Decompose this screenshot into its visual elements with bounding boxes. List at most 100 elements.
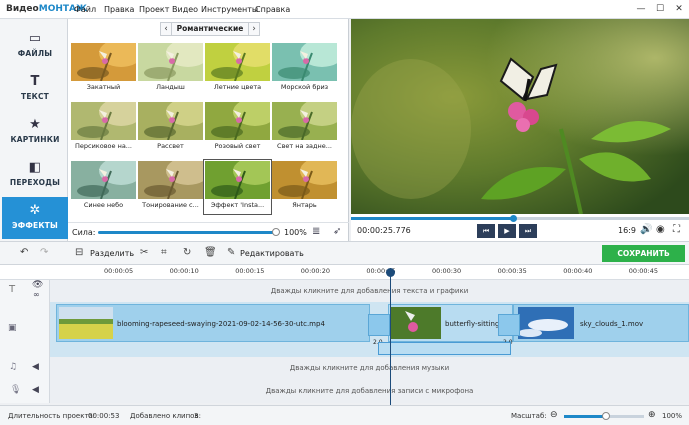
effect-tile[interactable]: Персиковое на... [71,102,136,154]
speaker-icon[interactable]: ◀ [32,385,39,395]
effect-tile[interactable]: Эффект 'Insta... [203,159,272,215]
zoom-slider[interactable] [564,412,644,420]
playback-progress-bar[interactable] [351,215,689,222]
ruler-tick-label: 00:00:30 [432,267,462,275]
redo-icon[interactable]: ↷ [40,247,48,258]
category-prev-button[interactable]: ‹ [160,22,172,36]
clip-sky[interactable]: sky_clouds_1.mov [513,304,689,342]
speaker-icon[interactable]: ◀ [32,362,39,372]
effect-label: Рассвет [157,142,184,150]
crop-icon[interactable]: ⌗ [161,247,167,258]
maximize-icon[interactable]: ☐ [654,3,666,15]
effect-tile[interactable]: Тонирование с... [138,161,203,213]
video-track[interactable]: blooming-rapeseed-swaying-2021-09-02-14-… [50,302,689,357]
effect-label: Свет на задне... [277,142,332,150]
menu-edit[interactable]: Правка [104,5,134,14]
duration-label: Длительность проекта: [8,412,96,420]
star-icon: ★ [29,117,41,132]
skip-back-button[interactable]: ⏮ [477,224,495,238]
time-ruler[interactable]: 00:00:05 00:00:10 00:00:15 00:00:20 00:00:25… [0,265,689,280]
split-icon[interactable]: ⊟ [75,247,83,258]
menu-help[interactable]: Справка [255,5,290,14]
fullscreen-icon[interactable]: ⛶ [673,224,680,235]
trash-icon[interactable]: 🗑 [204,247,217,258]
ruler-tick-label: 00:00:45 [628,267,658,275]
strength-slider[interactable] [98,231,276,234]
video-track-icon: ▣ [8,323,17,333]
mic-track-controls: 🎙 ◀ [0,380,50,403]
settings-sliders-icon[interactable]: ≣ [312,226,320,237]
edit-button[interactable]: Редактировать [240,249,304,258]
playhead-handle[interactable] [386,268,395,277]
effect-tile[interactable]: Янтарь [272,161,337,213]
music-track-hint[interactable]: Дважды кликните для добавления музыки [50,364,689,372]
ruler-tick-label: 00:00:40 [563,267,593,275]
menu-tools[interactable]: Инструменты [201,5,258,14]
transition-b[interactable]: 2.0 [498,314,520,346]
eye-icon[interactable]: 👁 [32,280,43,290]
sidebar-item-text[interactable]: T ТЕКСТ [2,68,68,110]
sidebar-item-files[interactable]: ▭ ФАЙЛЫ [2,25,68,67]
zoom-value: 100% [662,412,683,420]
effect-tile[interactable]: Розовый свет [205,102,270,154]
effect-tile[interactable]: Летние цвета [205,43,270,95]
save-video-button[interactable]: СОХРАНИТЬ ВИДЕО [602,245,685,275]
scissors-icon[interactable]: ✂ [140,247,148,258]
effect-tile[interactable]: Рассвет [138,102,203,154]
link-icon[interactable]: ∞ [33,290,40,299]
text-track-hint[interactable]: Дважды кликните для добавления текста и … [50,287,689,295]
effect-tile[interactable]: Морской бриз [272,43,337,95]
close-icon[interactable]: ✕ [673,3,685,15]
undo-icon[interactable]: ↶ [20,247,28,258]
aspect-ratio-selector[interactable]: 16:9 [618,226,636,235]
sidebar-item-transitions[interactable]: ◧ ПЕРЕХОДЫ [2,154,68,196]
preview-frame-image [351,19,689,214]
mic-track-hint[interactable]: Дважды кликните для добавления записи с … [50,387,689,395]
sidebar-item-effects[interactable]: ✲ ЭФФЕКТЫ [2,197,68,239]
rotate-icon[interactable]: ↻ [183,247,191,258]
effect-thumbnail [71,43,136,81]
split-button[interactable]: Разделить [90,249,134,258]
clip-rapeseed[interactable]: blooming-rapeseed-swaying-2021-09-02-14-… [56,304,370,342]
ruler-tick-label: 00:00:35 [497,267,527,275]
category-name: Романтические [172,22,248,36]
skip-forward-button[interactable]: ⏭ [519,224,537,238]
edit-icon[interactable]: ✎ [227,247,235,258]
playback-progress-handle[interactable] [510,215,518,222]
effect-thumbnail [71,102,136,140]
playhead[interactable] [390,268,391,405]
zoom-in-icon[interactable]: ⊕ [648,410,656,420]
effect-tile[interactable]: Синее небо [71,161,136,213]
menu-project[interactable]: Проект [139,5,169,14]
video-preview[interactable] [351,19,689,214]
folder-icon: ▭ [28,31,42,46]
play-button[interactable]: ▶ [498,224,516,238]
effect-thumbnail [138,102,203,140]
minimize-icon[interactable]: — [635,3,647,15]
effect-tile[interactable]: Ландыш [138,43,203,95]
camera-icon[interactable]: ◉ [656,224,665,235]
menu-video[interactable]: Видео [172,5,198,14]
microphone-icon: 🎙 [10,385,22,395]
ruler-tick-label: 00:00:05 [104,267,134,275]
zoom-slider-fill [564,415,606,418]
transition-a[interactable]: 2.0 [368,314,390,346]
effect-label: Персиковое на... [74,142,133,150]
effect-thumbnail [205,161,270,199]
zoom-out-icon[interactable]: ⊖ [550,410,558,420]
effect-tile[interactable]: Закатный [71,43,136,95]
volume-icon[interactable]: 🔊 [640,224,652,235]
zoom-slider-handle[interactable] [601,412,610,420]
effect-tile[interactable]: Свет на задне... [272,102,337,154]
clip-butterfly[interactable]: butterfly-sitting-o [388,304,513,342]
category-next-button[interactable]: › [248,22,260,36]
playback-progress-fill [351,217,514,220]
effect-thumbnail [205,43,270,81]
effect-region[interactable] [378,342,511,355]
menu-file[interactable]: Файл [74,5,96,14]
sidebar-item-pictures[interactable]: ★ КАРТИНКИ [2,111,68,153]
ruler-tick-label: 00:00:15 [235,267,265,275]
apply-pin-icon[interactable]: ➶ [333,226,341,237]
effect-thumbnail [138,43,203,81]
strength-slider-handle[interactable] [272,228,280,236]
